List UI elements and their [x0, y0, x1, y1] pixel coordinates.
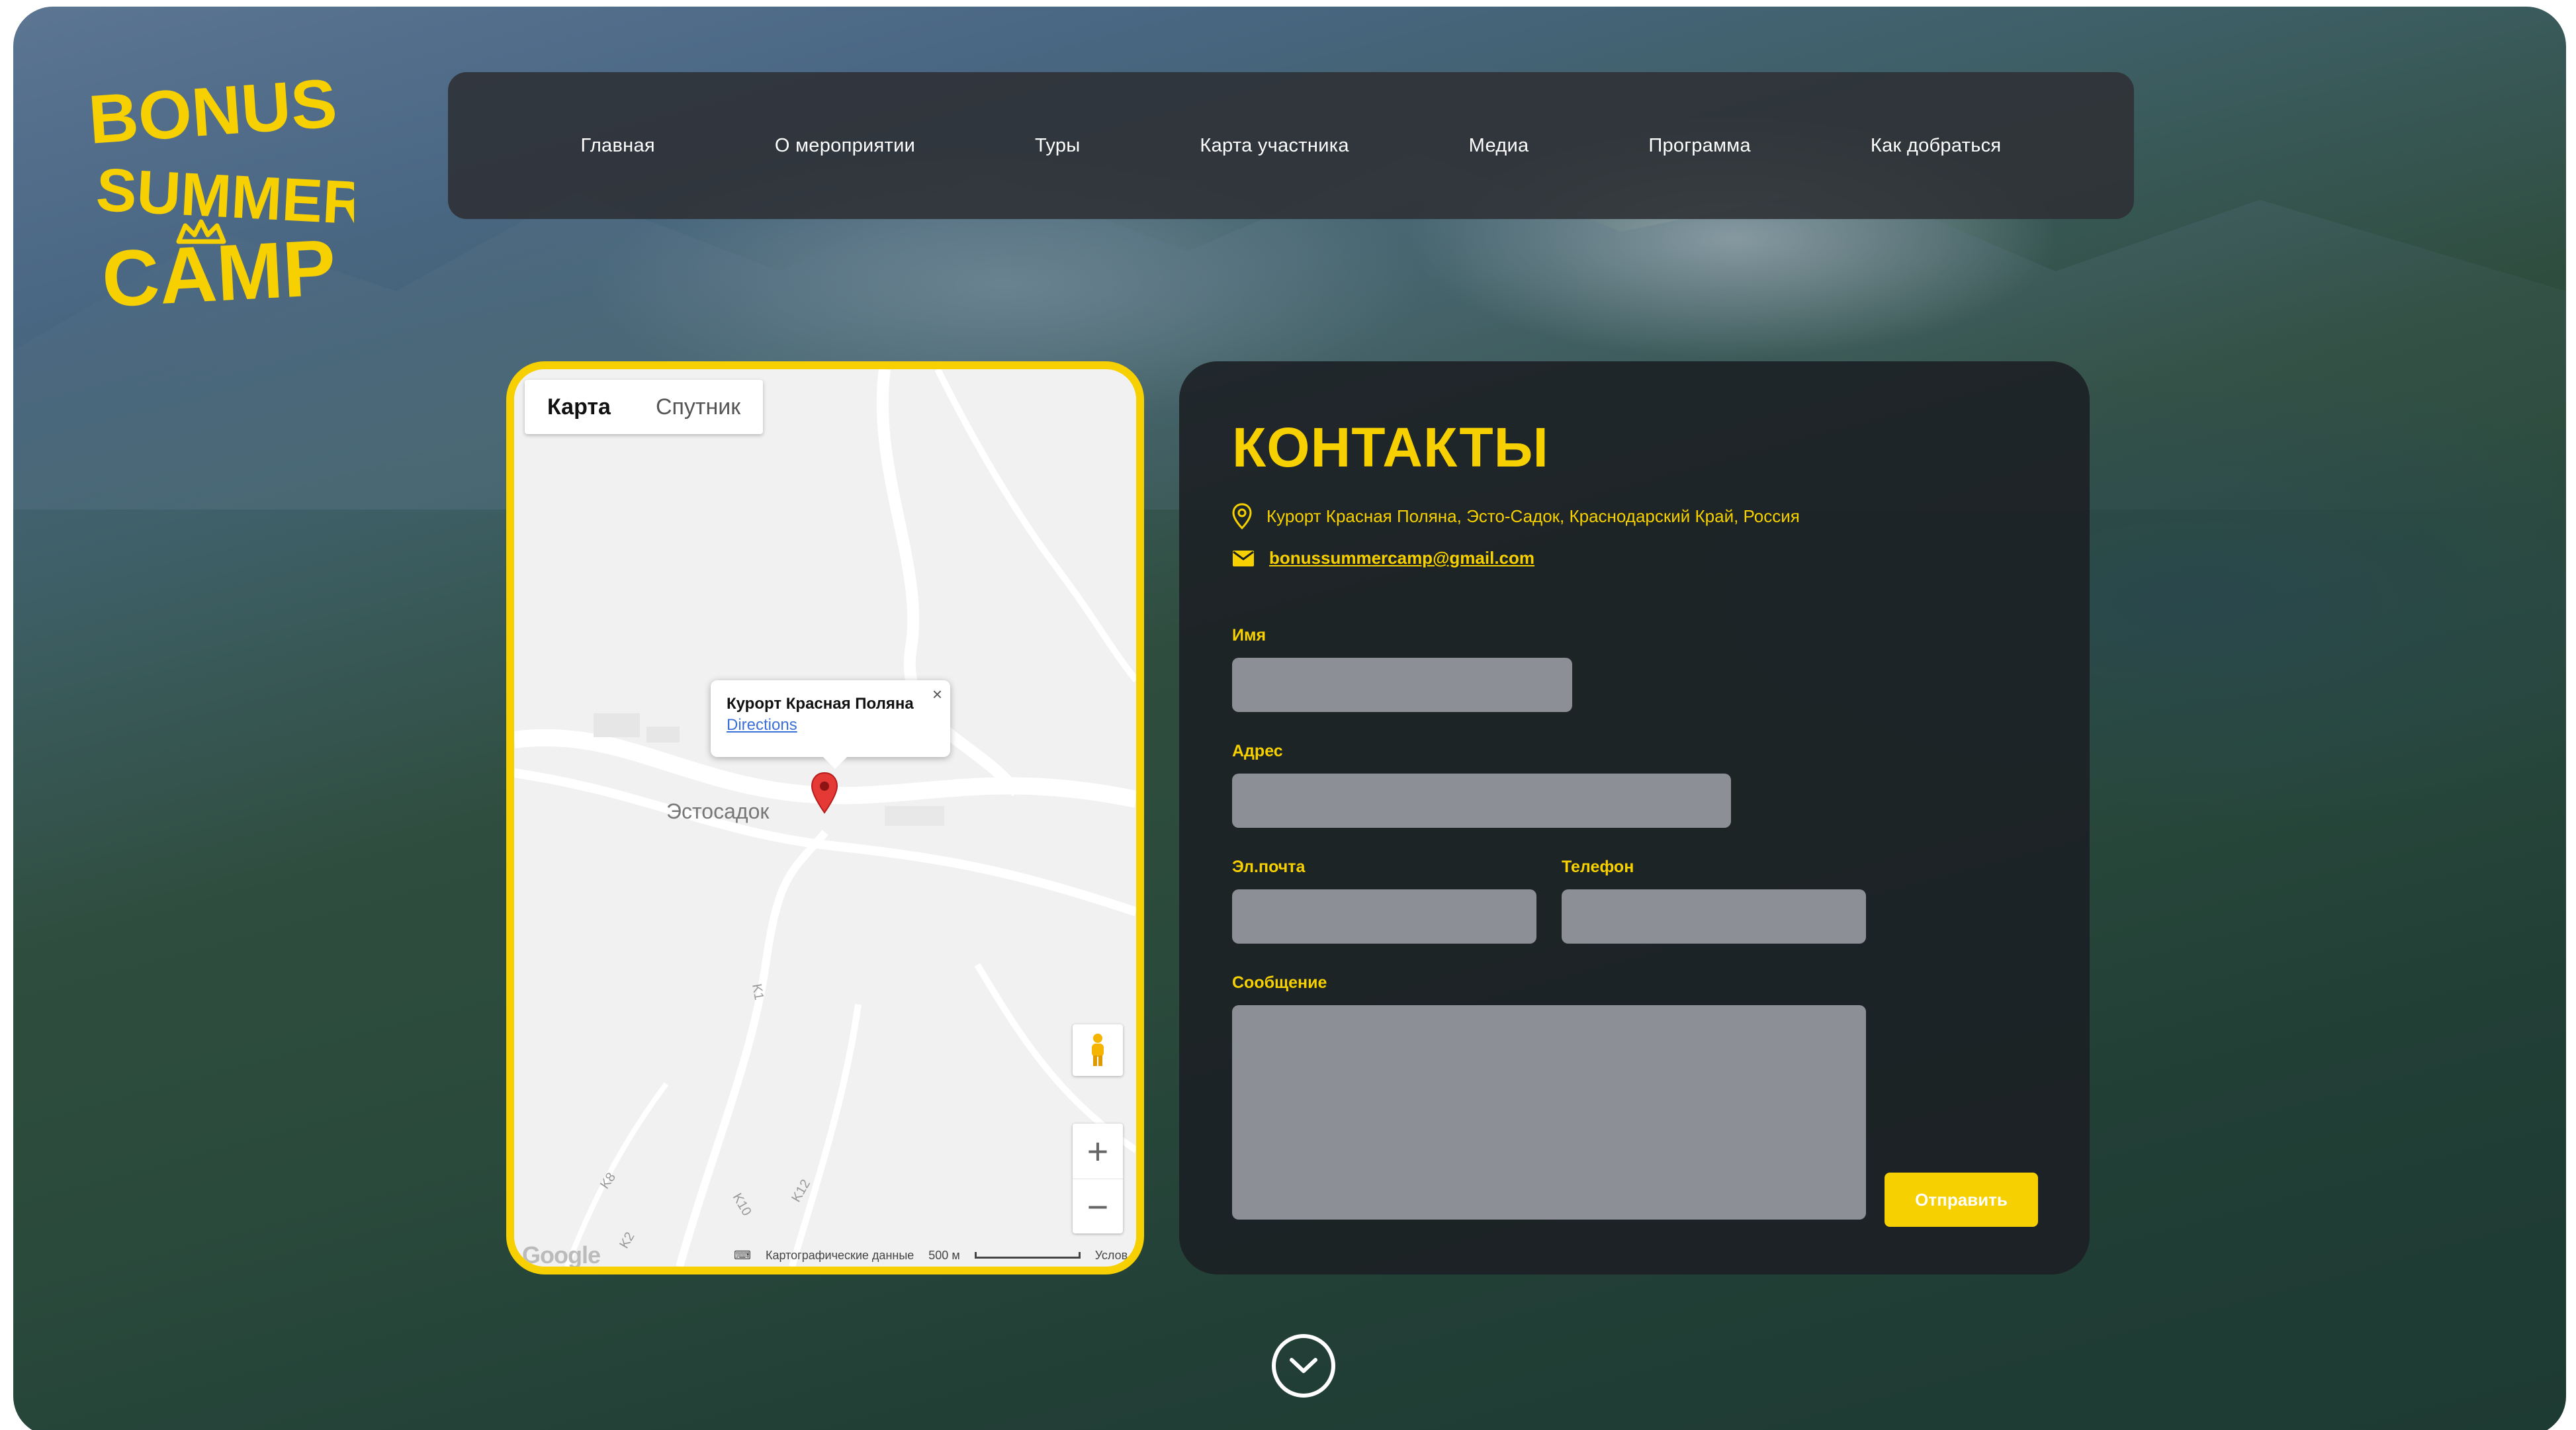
- phone-input[interactable]: [1562, 889, 1866, 944]
- address-input[interactable]: [1232, 774, 1731, 828]
- google-logo: Google: [522, 1241, 601, 1269]
- name-input[interactable]: [1232, 658, 1572, 712]
- address-label: Адрес: [1232, 742, 1283, 760]
- zoom-controls: + −: [1073, 1124, 1123, 1233]
- scroll-down-button[interactable]: [1272, 1334, 1335, 1398]
- contact-card: КОНТАКТЫ Курорт Красная Поляна, Эсто-Сад…: [1179, 361, 2090, 1274]
- page-background: BONUS SUMMER CAMP Главная О мероприятии …: [13, 7, 2566, 1430]
- nav-item-media[interactable]: Медиа: [1469, 135, 1529, 157]
- nav-item-tours[interactable]: Туры: [1035, 135, 1080, 157]
- contact-address: Курорт Красная Поляна, Эсто-Садок, Красн…: [1232, 503, 1800, 529]
- map-widget[interactable]: K1 K8 K10 K12 K2 Карта Спутник Курорт Кр…: [506, 361, 1144, 1274]
- svg-text:BONUS: BONUS: [89, 73, 339, 159]
- zoom-in-button[interactable]: +: [1073, 1124, 1123, 1179]
- email-link[interactable]: bonussummercamp@gmail.com: [1269, 548, 1534, 568]
- map-marker-icon[interactable]: [811, 772, 838, 814]
- message-textarea[interactable]: [1232, 1005, 1866, 1220]
- directions-link[interactable]: Directions: [727, 716, 934, 735]
- name-label: Имя: [1232, 626, 1266, 645]
- close-icon[interactable]: ×: [932, 684, 942, 705]
- map-info-popup: Курорт Красная Поляна Directions ×: [711, 680, 950, 769]
- nav-item-home[interactable]: Главная: [580, 135, 654, 157]
- contacts-title: КОНТАКТЫ: [1232, 416, 1549, 478]
- contact-email: bonussummercamp@gmail.com: [1232, 548, 1534, 568]
- popup-title: Курорт Красная Поляна: [727, 695, 914, 713]
- map-place-label: Эстосадок: [666, 799, 770, 823]
- map-terms-link[interactable]: Услов: [1095, 1249, 1128, 1263]
- message-label: Сообщение: [1232, 973, 1327, 992]
- map-canvas[interactable]: K1 K8 K10 K12 K2: [514, 369, 1136, 1267]
- location-pin-icon: [1232, 503, 1252, 529]
- map-data-link[interactable]: Картографические данные: [766, 1249, 914, 1263]
- mail-icon: [1233, 550, 1254, 566]
- svg-text:K1: K1: [749, 983, 766, 1001]
- nav-item-program[interactable]: Программа: [1648, 135, 1751, 157]
- phone-label: Телефон: [1562, 858, 1634, 876]
- nav-item-participant-card[interactable]: Карта участника: [1200, 135, 1349, 157]
- map-scale-bar: [974, 1252, 1081, 1259]
- email-label: Эл.почта: [1232, 858, 1306, 876]
- zoom-out-button[interactable]: −: [1073, 1179, 1123, 1233]
- chevron-down-icon: [1290, 1358, 1317, 1373]
- map-type-tabs: Карта Спутник: [525, 380, 764, 434]
- submit-button[interactable]: Отправить: [1885, 1173, 2038, 1227]
- map-footer: Google ⌨ Картографические данные 500 м У…: [514, 1241, 1136, 1269]
- keyboard-icon[interactable]: ⌨: [734, 1249, 751, 1263]
- email-input[interactable]: [1232, 889, 1536, 944]
- tab-satellite[interactable]: Спутник: [633, 380, 763, 434]
- svg-text:CAMP: CAMP: [100, 223, 338, 324]
- map-scale-label: 500 м: [928, 1248, 960, 1262]
- street-view-pegman-icon[interactable]: [1073, 1024, 1123, 1076]
- bonus-summer-camp-logo[interactable]: BONUS SUMMER CAMP: [86, 65, 368, 324]
- main-navigation: Главная О мероприятии Туры Карта участни…: [448, 72, 2134, 219]
- nav-item-directions[interactable]: Как добраться: [1871, 135, 2002, 157]
- tab-map[interactable]: Карта: [525, 380, 633, 434]
- nav-item-about[interactable]: О мероприятии: [775, 135, 915, 157]
- address-text: Курорт Красная Поляна, Эсто-Садок, Красн…: [1266, 506, 1800, 526]
